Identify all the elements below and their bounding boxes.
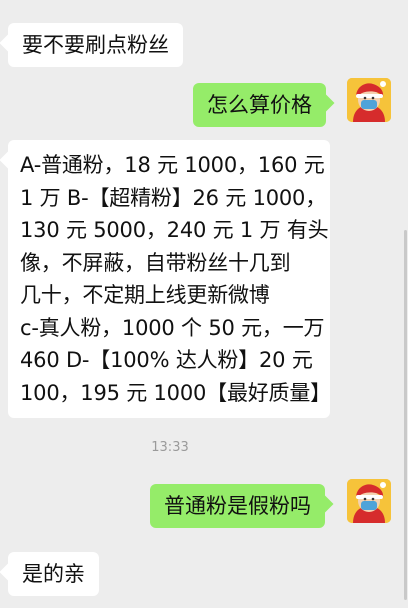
chat-area: 要不要刷点粉丝 怎么算价格 A-普通粉，18 元 1000，160 元 1 万 … — [0, 0, 408, 608]
message-text: 是的亲 — [22, 562, 85, 586]
user-avatar[interactable] — [347, 78, 391, 122]
message-text: 普通粉是假粉吗 — [164, 494, 311, 518]
user-avatar[interactable] — [347, 479, 391, 523]
message-line: 像，不屏蔽，自带粉丝十几到 — [20, 250, 291, 275]
message-timestamp: 13:33 — [151, 440, 189, 455]
message-line: 130 元 5000，240 元 1 万 有头 — [20, 218, 329, 242]
message-text: 要不要刷点粉丝 — [22, 33, 169, 57]
message-line: 100，195 元 1000【最好质量】 — [20, 380, 331, 405]
incoming-message-bubble[interactable]: 是的亲 — [8, 552, 99, 596]
incoming-message-bubble[interactable]: 要不要刷点粉丝 — [8, 23, 183, 67]
avatar-icon — [347, 78, 391, 122]
message-line: 几十，不定期上线更新微博 — [20, 283, 270, 307]
message-text: 怎么算价格 — [207, 93, 312, 117]
scrollbar[interactable] — [404, 230, 407, 600]
message-line: A-普通粉，18 元 1000，160 元 — [20, 153, 325, 177]
avatar-icon — [347, 479, 391, 523]
message-text: A-普通粉，18 元 1000，160 元 1 万 B-【超精粉】26 元 10… — [20, 149, 331, 409]
incoming-message-bubble[interactable]: A-普通粉，18 元 1000，160 元 1 万 B-【超精粉】26 元 10… — [8, 140, 331, 418]
message-line: 460 D-【100% 达人粉】20 元 — [20, 348, 313, 372]
outgoing-message-bubble[interactable]: 普通粉是假粉吗 — [150, 484, 325, 528]
message-line: 1 万 B-【超精粉】26 元 1000， — [20, 185, 327, 210]
outgoing-message-bubble[interactable]: 怎么算价格 — [193, 83, 326, 127]
message-line: c-真人粉，1000 个 50 元，一万 — [20, 315, 325, 340]
